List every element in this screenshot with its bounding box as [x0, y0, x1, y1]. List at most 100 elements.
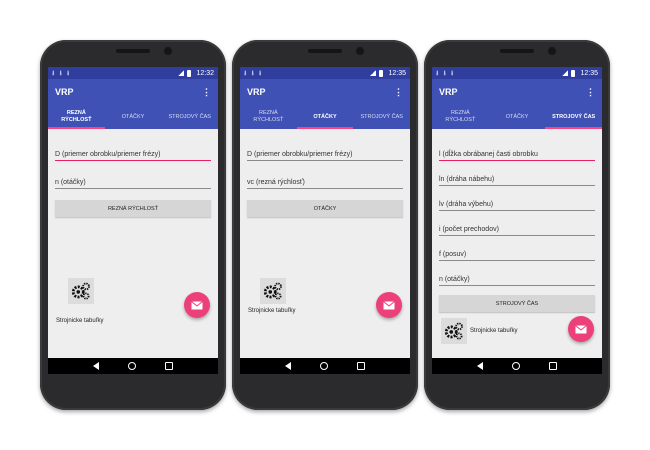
recent-apps-icon[interactable] — [549, 362, 558, 370]
input-hint: n (otáčky) — [439, 276, 470, 283]
system-nav-bar — [48, 358, 218, 374]
overflow-menu-icon[interactable]: ⋮ — [394, 87, 403, 97]
screen: ⭳ ⭳ ⭳ 12:35 VRP ⋮ REZNÁ RÝCHLOSŤ OTÁČKY … — [432, 67, 602, 358]
tab-strojovy-cas[interactable]: STROJOVÝ ČAS — [161, 105, 218, 129]
input-hint: n (otáčky) — [55, 179, 86, 186]
back-icon[interactable] — [284, 362, 291, 370]
input-otacky[interactable]: n (otáčky) — [55, 170, 211, 189]
tab-bar: REZNÁ RÝCHLOSŤ OTÁČKY STROJOVÝ ČAS — [48, 105, 218, 129]
strojnicke-tabulky-label: Strojnicke tabuľky — [470, 328, 518, 334]
app-title: VRP — [55, 87, 74, 97]
overflow-menu-icon[interactable]: ⋮ — [586, 87, 595, 97]
download-icon: ⭳ — [443, 69, 446, 77]
input-hint: D (priemer obrobku/priemer frézy) — [247, 151, 353, 158]
email-icon — [383, 300, 395, 309]
email-fab[interactable] — [376, 292, 402, 318]
calculate-strojovy-cas-button[interactable]: STROJOVÝ ČAS — [439, 295, 595, 312]
gears-icon[interactable] — [260, 278, 286, 304]
input-hint: D (priemer obrobku/priemer frézy) — [55, 151, 161, 158]
download-icon: ⭳ — [450, 69, 454, 77]
front-camera — [164, 47, 172, 55]
phone-otacky: ⭳ ⭳ ⭳ 12:35 VRP ⋮ REZNÁ RÝCHLOSŤ OTÁČKY … — [232, 40, 418, 410]
tab-content: D (priemer obrobku/priemer frézy) n (otá… — [48, 142, 218, 358]
email-icon — [575, 324, 587, 333]
app-bar: VRP ⋮ — [432, 79, 602, 105]
tab-rezna-rychlost[interactable]: REZNÁ RÝCHLOSŤ — [240, 105, 297, 129]
system-nav-bar — [432, 358, 602, 374]
phone-rezna-rychlost: ⭳ ⭳ ⭳ 12:32 VRP ⋮ REZNÁ RÝCHLOSŤ OTÁČKY … — [40, 40, 226, 410]
signal-icon — [562, 70, 569, 76]
phone-strojovy-cas: ⭳ ⭳ ⭳ 12:35 VRP ⋮ REZNÁ RÝCHLOSŤ OTÁČKY … — [424, 40, 610, 410]
calculate-rezna-rychlost-button[interactable]: REZNÁ RÝCHLOSŤ — [55, 200, 211, 217]
download-icon: ⭳ — [251, 69, 254, 77]
input-hint: vc (rezná rýchlosť) — [247, 179, 305, 186]
app-bar: VRP ⋮ — [48, 79, 218, 105]
input-draha-nabehu[interactable]: ln (dráha nábehu) — [439, 167, 595, 186]
tab-otacky[interactable]: OTÁČKY — [105, 105, 162, 129]
overflow-menu-icon[interactable]: ⋮ — [202, 87, 211, 97]
tab-strojovy-cas[interactable]: STROJOVÝ ČAS — [545, 105, 602, 129]
tab-content: l (dĺžka obrábanej časti obrobku ln (drá… — [432, 142, 602, 358]
home-icon[interactable] — [127, 362, 136, 370]
front-camera — [548, 47, 556, 55]
tab-otacky[interactable]: OTÁČKY — [296, 105, 354, 129]
screen: ⭳ ⭳ ⭳ 12:32 VRP ⋮ REZNÁ RÝCHLOSŤ OTÁČKY … — [48, 67, 218, 358]
home-icon[interactable] — [319, 362, 328, 370]
tab-rezna-rychlost[interactable]: REZNÁ RÝCHLOSŤ — [48, 105, 105, 129]
status-bar: ⭳ ⭳ ⭳ 12:35 — [240, 67, 410, 79]
download-icon: ⭳ — [59, 69, 62, 77]
tab-rezna-rychlost[interactable]: REZNÁ RÝCHLOSŤ — [432, 105, 489, 129]
input-dlzka[interactable]: l (dĺžka obrábanej časti obrobku — [439, 142, 595, 161]
home-icon[interactable] — [511, 362, 520, 370]
speaker-grille — [308, 49, 342, 53]
email-fab[interactable] — [184, 292, 210, 318]
input-hint: i (počet prechodov) — [439, 226, 499, 233]
input-pocet-prechodov[interactable]: i (počet prechodov) — [439, 217, 595, 236]
gears-icon[interactable] — [68, 278, 94, 304]
input-hint: lv (dráha výbehu) — [439, 201, 494, 208]
input-hint: l (dĺžka obrábanej časti obrobku — [439, 151, 538, 158]
input-draha-vybehu[interactable]: lv (dráha výbehu) — [439, 192, 595, 211]
download-icon: ⭳ — [66, 69, 70, 77]
input-rezna-rychlost[interactable]: vc (rezná rýchlosť) — [247, 170, 403, 189]
input-priemer[interactable]: D (priemer obrobku/priemer frézy) — [247, 142, 403, 161]
input-posuv[interactable]: f (posuv) — [439, 242, 595, 261]
tab-strojovy-cas[interactable]: STROJOVÝ ČAS — [353, 105, 410, 129]
back-icon[interactable] — [92, 362, 99, 370]
download-icon: ⭳ — [52, 69, 55, 77]
recent-apps-icon[interactable] — [357, 362, 366, 370]
battery-icon — [379, 69, 384, 77]
download-icon: ⭳ — [244, 69, 247, 77]
screen: ⭳ ⭳ ⭳ 12:35 VRP ⋮ REZNÁ RÝCHLOSŤ OTÁČKY … — [240, 67, 410, 358]
status-time: 12:35 — [580, 69, 598, 77]
back-icon[interactable] — [476, 362, 483, 370]
input-priemer[interactable]: D (priemer obrobku/priemer frézy) — [55, 142, 211, 161]
status-bar: ⭳ ⭳ ⭳ 12:35 — [432, 67, 602, 79]
calculate-otacky-button[interactable]: OTÁČKY — [247, 200, 403, 217]
speaker-grille — [500, 49, 534, 53]
battery-icon — [571, 69, 576, 77]
app-title: VRP — [247, 87, 266, 97]
email-icon — [191, 300, 203, 309]
system-nav-bar — [240, 358, 410, 374]
battery-icon — [187, 69, 192, 77]
app-title: VRP — [439, 87, 458, 97]
status-time: 12:35 — [388, 69, 406, 77]
tab-otacky[interactable]: OTÁČKY — [489, 105, 546, 129]
input-hint: f (posuv) — [439, 251, 467, 258]
status-bar: ⭳ ⭳ ⭳ 12:32 — [48, 67, 218, 79]
input-hint: ln (dráha nábehu) — [439, 176, 495, 183]
app-bar: VRP ⋮ — [240, 79, 410, 105]
download-icon: ⭳ — [258, 69, 262, 77]
tab-bar: REZNÁ RÝCHLOSŤ OTÁČKY STROJOVÝ ČAS — [240, 105, 410, 129]
tab-bar: REZNÁ RÝCHLOSŤ OTÁČKY STROJOVÝ ČAS — [432, 105, 602, 129]
download-icon: ⭳ — [436, 69, 439, 77]
input-otacky[interactable]: n (otáčky) — [439, 267, 595, 286]
front-camera — [356, 47, 364, 55]
strojnicke-tabulky-label: Strojnicke tabuľky — [56, 318, 104, 324]
recent-apps-icon[interactable] — [165, 362, 174, 370]
signal-icon — [178, 70, 185, 76]
tab-content: D (priemer obrobku/priemer frézy) vc (re… — [240, 142, 410, 358]
gears-icon[interactable] — [441, 318, 467, 344]
email-fab[interactable] — [568, 316, 594, 342]
